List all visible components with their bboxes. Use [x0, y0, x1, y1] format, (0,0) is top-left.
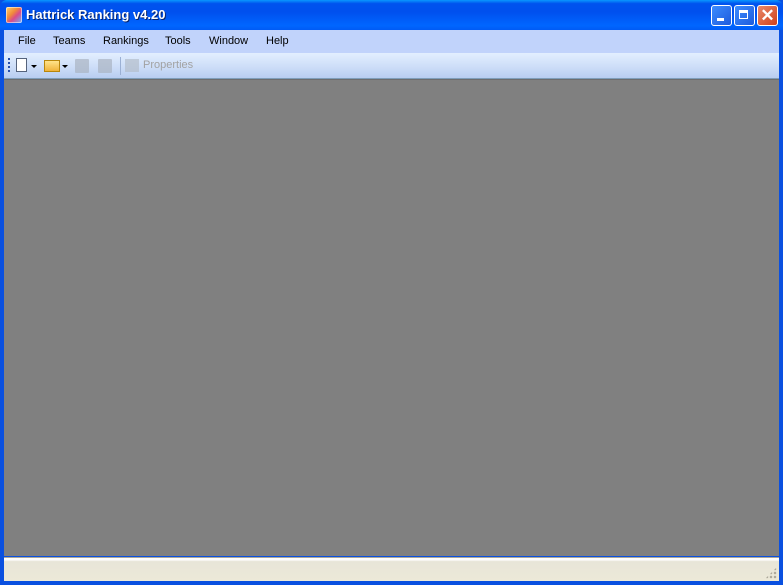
app-icon[interactable]: [6, 7, 22, 23]
menu-tools[interactable]: Tools: [165, 35, 191, 47]
mdi-client-area: [4, 79, 779, 556]
maximize-button[interactable]: [734, 5, 755, 26]
window-title: Hattrick Ranking v4.20: [26, 7, 166, 22]
menu-window[interactable]: Window: [209, 35, 248, 47]
toolbar-separator: [120, 57, 121, 75]
minimize-button[interactable]: [711, 5, 732, 26]
toolbar-grip[interactable]: [8, 58, 10, 74]
properties-icon[interactable]: [125, 59, 139, 72]
menu-bar: File Teams Rankings Tools Window Help: [4, 30, 779, 53]
new-document-icon[interactable]: [16, 58, 27, 72]
app-window: Hattrick Ranking v4.20 ✕ File Teams Rank…: [0, 0, 783, 585]
status-bar: [4, 557, 779, 581]
toolbar: Properties: [4, 53, 779, 79]
title-bar[interactable]: Hattrick Ranking v4.20 ✕: [0, 0, 783, 30]
properties-button[interactable]: Properties: [143, 59, 193, 71]
menu-file[interactable]: File: [18, 35, 36, 47]
save-icon[interactable]: [75, 59, 89, 73]
close-button[interactable]: ✕: [757, 5, 778, 26]
save-all-icon[interactable]: [98, 59, 112, 73]
menu-teams[interactable]: Teams: [53, 35, 85, 47]
menu-help[interactable]: Help: [266, 35, 289, 47]
resize-grip-icon[interactable]: [765, 567, 777, 579]
new-dropdown-arrow-icon[interactable]: [31, 65, 37, 68]
close-icon: ✕: [760, 6, 775, 25]
menu-rankings[interactable]: Rankings: [103, 35, 149, 47]
open-dropdown-arrow-icon[interactable]: [62, 65, 68, 68]
open-folder-icon[interactable]: [44, 60, 60, 72]
